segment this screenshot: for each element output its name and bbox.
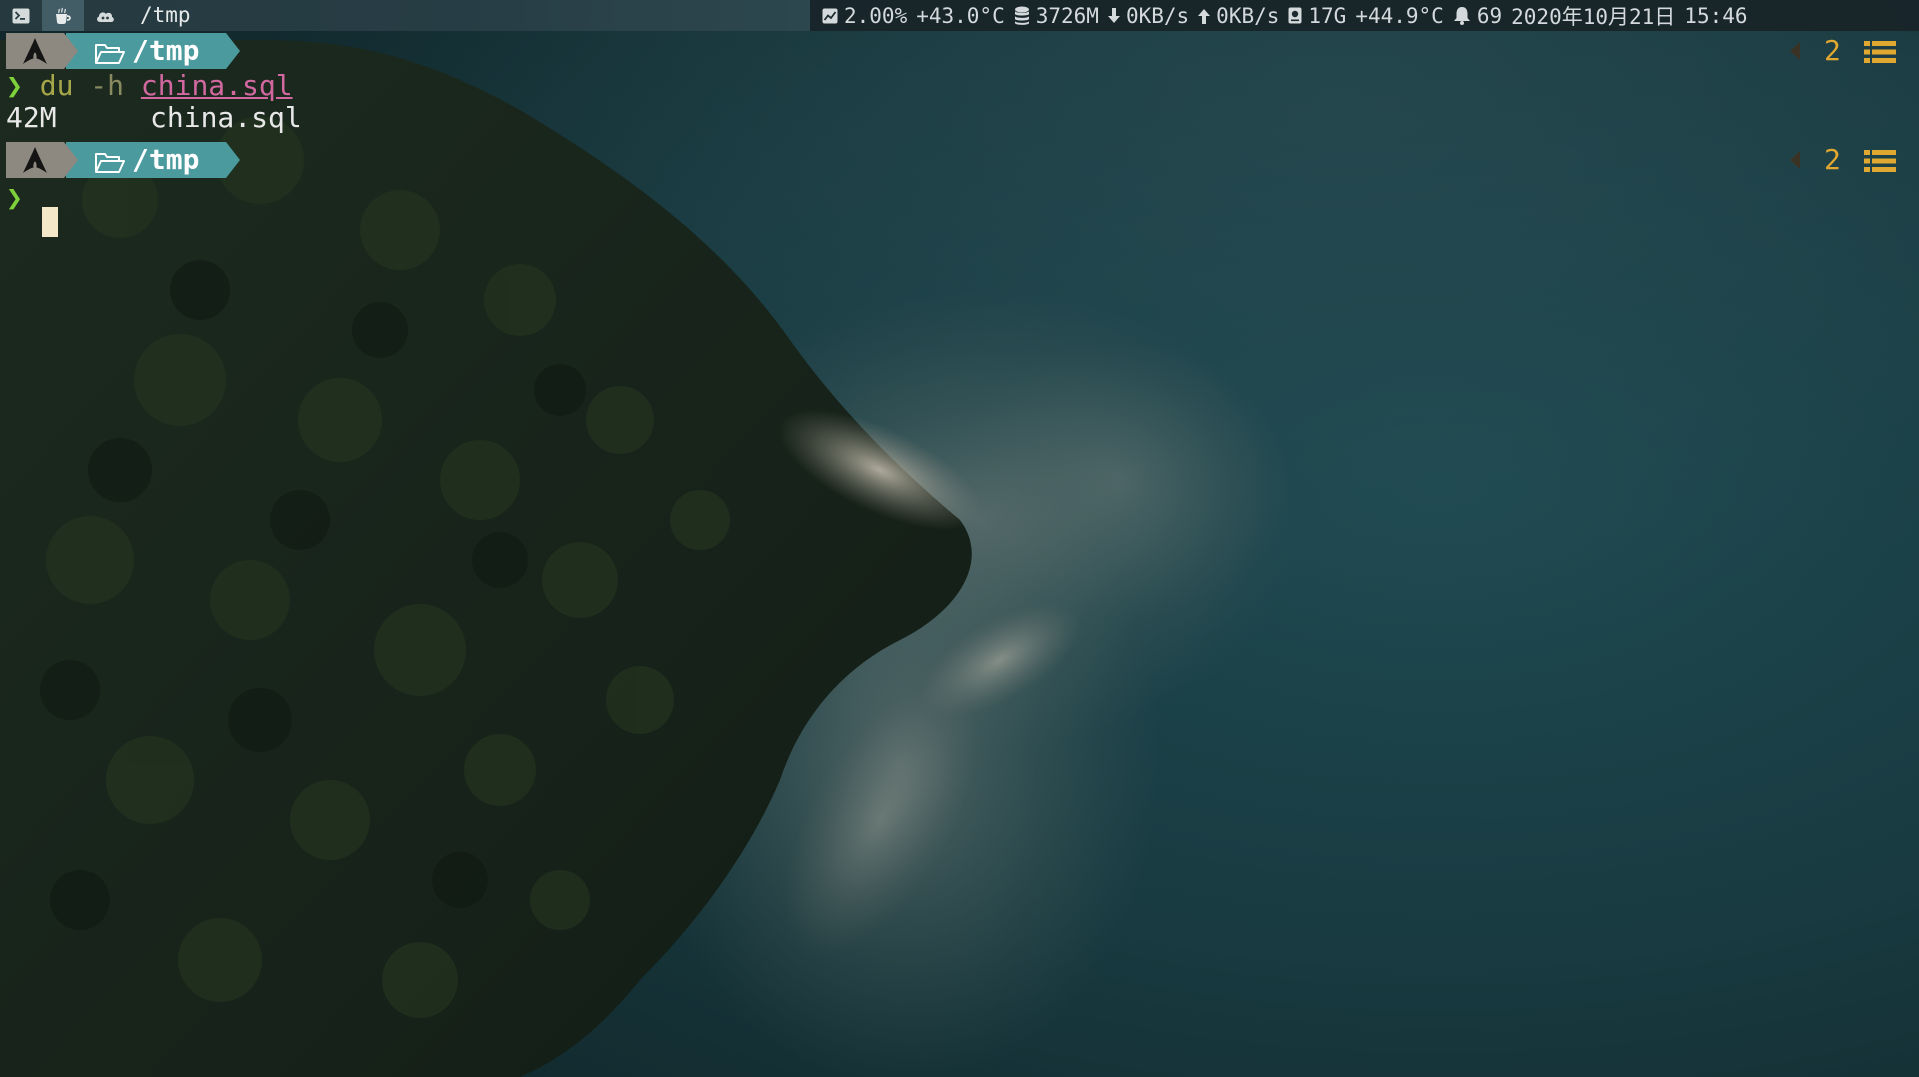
- memory-usage: 3726M: [1035, 3, 1099, 28]
- workspace-2-button[interactable]: [42, 0, 84, 31]
- coffee-icon: [53, 7, 73, 25]
- output-filename: china.sql: [150, 101, 302, 134]
- notification-count[interactable]: 69: [1477, 4, 1502, 28]
- desktop-screen: /tmp 2.00% +43.0°C 3726M 0KB/s 0KB/s 17G…: [0, 0, 1919, 1077]
- system-info: 2.00% +43.0°C 3726M 0KB/s 0KB/s 17G +44.…: [822, 0, 1748, 31]
- disk-temperature: +44.9°C: [1355, 3, 1444, 28]
- cloud-icon: [95, 9, 115, 23]
- output-size: 42M: [6, 101, 57, 134]
- terminal-window[interactable]: /tmp 2 ❯ du -h china.sql 42M china.sql /…: [0, 31, 1919, 1077]
- prompt-directory: /tmp: [132, 34, 200, 67]
- window-title: /tmp: [140, 3, 191, 27]
- list-icon: [1864, 38, 1896, 71]
- terminal-icon: [12, 8, 30, 24]
- cpu-chart-icon: [822, 8, 838, 24]
- list-icon: [1864, 147, 1896, 180]
- prompt-chevron: ❯: [6, 69, 23, 102]
- command-line: ❯ du -h china.sql: [6, 69, 293, 103]
- command-flag: -h: [90, 69, 125, 102]
- cpu-usage: 2.00%: [844, 3, 908, 28]
- command-output: 42M china.sql: [6, 101, 302, 135]
- arch-linux-icon: [20, 146, 50, 181]
- disk-free: 17G: [1308, 3, 1347, 28]
- clock: 15:46: [1684, 3, 1748, 28]
- cpu-temperature: +43.0°C: [916, 3, 1005, 28]
- job-count: 2: [1824, 34, 1841, 67]
- workspace-1-button[interactable]: [0, 0, 42, 31]
- status-bar: /tmp 2.00% +43.0°C 3726M 0KB/s 0KB/s 17G…: [0, 0, 1919, 31]
- arrow-up-icon: [1198, 8, 1211, 24]
- prompt-directory: /tmp: [132, 143, 200, 176]
- date: 2020年10月21日: [1511, 4, 1676, 29]
- job-count: 2: [1824, 143, 1841, 176]
- text-cursor: [42, 207, 58, 237]
- command-line-input[interactable]: ❯: [6, 181, 23, 215]
- arrow-down-icon: [1107, 7, 1120, 24]
- drive-icon: [1288, 7, 1302, 24]
- arch-linux-icon: [20, 37, 50, 72]
- database-icon: [1014, 6, 1030, 26]
- bell-icon[interactable]: [1453, 6, 1471, 25]
- upload-speed: 0KB/s: [1216, 3, 1280, 28]
- workspace-3-button[interactable]: [84, 0, 126, 31]
- command-file-argument[interactable]: china.sql: [141, 69, 293, 102]
- folder-open-icon: [94, 149, 126, 182]
- prompt-chevron: ❯: [6, 181, 23, 214]
- download-speed: 0KB/s: [1125, 3, 1190, 28]
- command-name: du: [39, 69, 74, 102]
